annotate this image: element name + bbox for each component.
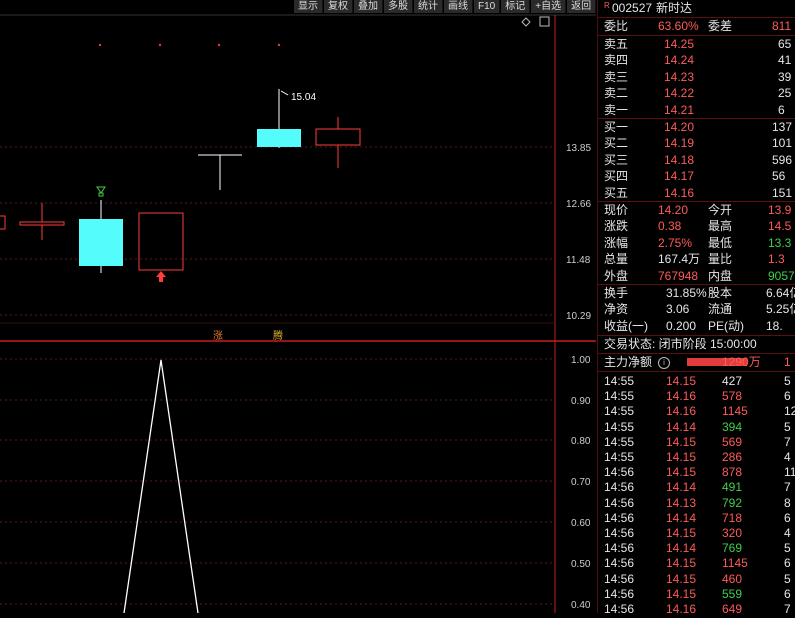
stock-name: 新时达 [656,1,693,15]
candle [19,221,65,226]
indicator-line [123,359,199,613]
quote-row[interactable]: 涨跌 0.38 最高 14.5 [598,218,795,235]
tick-row[interactable]: 14:56 14.16 649 7 [598,601,795,618]
ask-row[interactable]: 卖三 14.23 39 [598,69,795,86]
ask-row[interactable]: 卖一 14.21 6 [598,102,795,119]
ask-volume: 25 [778,86,792,101]
up-arrow-icon [156,271,166,282]
candle [79,219,123,266]
price-tick-label: 11.48 [566,255,591,266]
tick-count: 7 [784,602,791,616]
bid-row[interactable]: 买一 14.20 137 [598,119,795,136]
ask-price: 14.25 [664,37,695,51]
bid-price: 14.17 [664,169,695,184]
bid-row[interactable]: 买三 14.18 596 [598,152,795,169]
wei-bi-value: 63.60% [658,19,699,33]
money-flow-value: 1290万 [722,355,761,369]
ask-volume: 41 [778,53,792,68]
price-tick-label: 13.85 [566,143,591,154]
tick-volume: 649 [722,602,743,616]
stock-header: R 002527 新时达 [598,0,795,17]
trade-status: 交易状态: 闭市阶段 15:00:00 [604,337,757,351]
ask-price: 14.23 [664,69,695,84]
ask-volume: 6 [778,102,785,117]
tick-price: 14.16 [666,602,697,616]
candle [257,129,301,147]
indicator-tick-label: 0.70 [571,477,591,488]
ask-price: 14.22 [664,86,695,101]
indicator-tick-label: 0.40 [571,600,591,611]
money-flow-row: 主力净额 i 1290万 1 [604,355,791,369]
quote-panel: R 002527 新时达 委比 63.60% 委差 811 卖五 14.25 65 卖… [597,0,795,616]
high-pointer [280,90,289,96]
candle [138,212,184,271]
stock-code: 002527 [612,1,653,15]
bid-volume: 56 [772,169,786,184]
candle [0,215,6,230]
indicator-tick-label: 1.00 [571,355,591,366]
ask-row[interactable]: 卖二 14.22 25 [598,85,795,102]
tag-zhang: 涨 [213,330,223,342]
down-arrow-icon [96,186,106,197]
kline-chart[interactable]: 13.85 12.66 11.48 10.29 1.00 0.90 0.80 0.70 0.60… [0,0,596,613]
info-icon[interactable]: i [658,357,670,369]
bid-price: 14.20 [664,120,695,134]
marker-dot [277,43,281,47]
ask-price: 14.24 [664,53,695,68]
r-badge: R [604,1,610,10]
bid-row[interactable]: 买二 14.19 101 [598,135,795,152]
fundamentals-row[interactable]: 换手31.85%股本6.64亿 [598,285,795,302]
high-price-label: 15.04 [291,92,316,103]
bid-price: 14.19 [664,136,695,151]
price-tick-label: 10.29 [566,311,591,322]
indicator-tick-label: 0.50 [571,559,591,570]
ask-row[interactable]: 卖五 14.25 65 [598,36,795,53]
fundamentals-row[interactable]: 收益(一) 0.200 PE(动) 18. [598,318,795,335]
indicator-tick-label: 0.90 [571,396,591,407]
bid-price: 14.16 [664,185,695,200]
marker-dot [217,43,221,47]
bid-volume: 596 [772,152,793,167]
indicator-tick-label: 0.60 [571,518,591,529]
quote-row[interactable]: 现价 14.20 今开 13.9 [598,202,795,219]
ask-price: 14.21 [664,102,695,117]
bid-row[interactable]: 买四 14.17 56 [598,168,795,185]
ask-row[interactable]: 卖四 14.24 41 [598,52,795,69]
quote-row[interactable]: 总量 167.4万 量比 1.3 [598,251,795,268]
bid-price: 14.18 [664,152,695,167]
bid-row[interactable]: 买五 14.16 151 [598,185,795,202]
bid-volume: 151 [772,185,793,200]
indicator-tick-label: 0.80 [571,436,591,447]
wei-bi-row: 委比 63.60% 委差 811 [604,19,792,33]
marker-dot [98,43,102,47]
price-tick-label: 12.66 [566,199,591,210]
candle [315,128,361,146]
bid-volume: 137 [772,120,793,134]
tick-time: 14:56 [604,602,635,616]
wei-cha-value: 811 [772,19,792,33]
marker-dot [158,43,162,47]
window-icon [539,16,550,27]
quote-row[interactable]: 外盘767948内盘90578 [598,268,795,285]
tag-teng: 腾 [273,329,283,342]
quote-row[interactable]: 涨幅 2.75% 最低 13.3 [598,235,795,252]
bid-volume: 101 [772,136,793,151]
ask-volume: 39 [778,69,792,84]
ask-volume: 65 [778,37,792,51]
fundamentals-row[interactable]: 净资3.06流通5.25亿 [598,301,795,318]
diamond-icon [521,17,531,27]
